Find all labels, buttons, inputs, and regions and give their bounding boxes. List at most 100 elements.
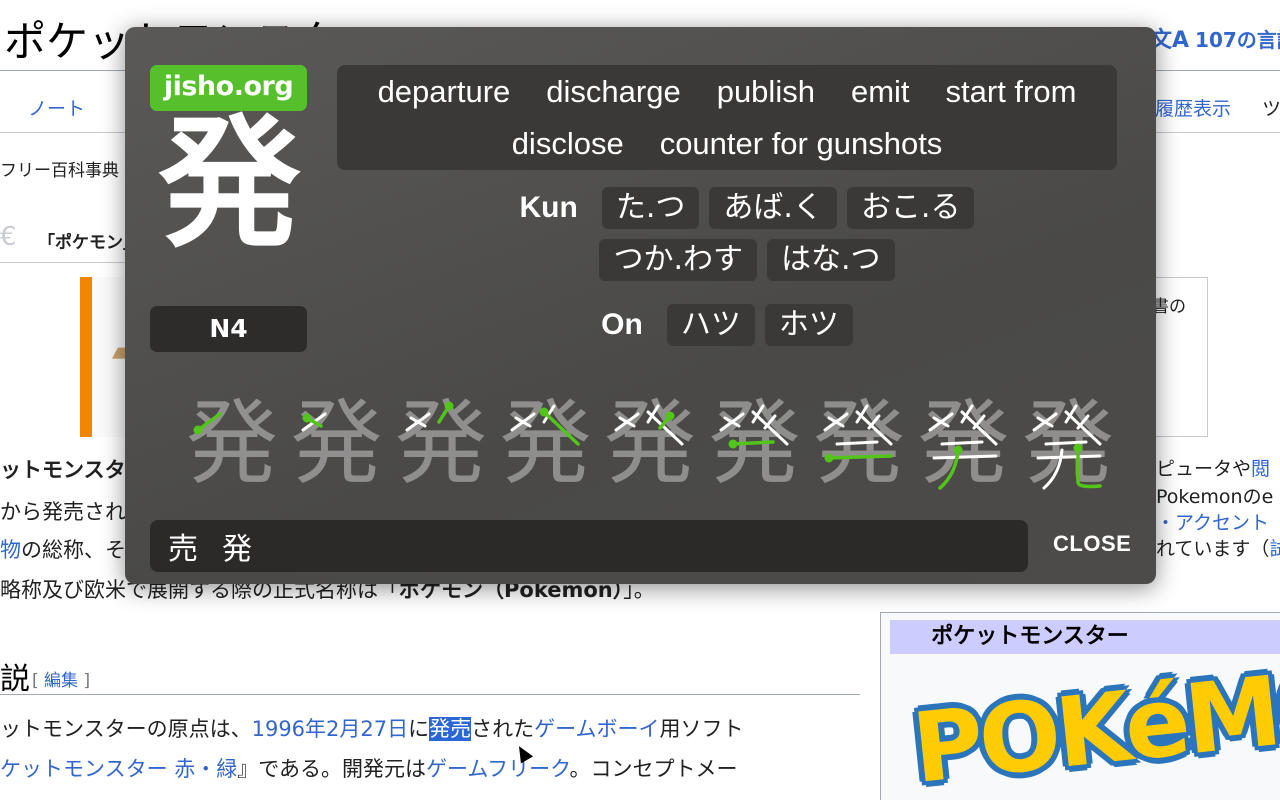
stroke-frame: 発 xyxy=(494,392,598,496)
stroke-frame: 発 xyxy=(1016,392,1120,496)
stroke-frame-svg xyxy=(1032,404,1102,490)
text: 』である。開発元は xyxy=(237,757,427,781)
article-line: ケットモンスター 赤・緑』である。開発元はゲームフリーク。コンセプトメー xyxy=(0,754,738,784)
article-link[interactable]: ケットモンスター 赤・緑 xyxy=(0,757,237,781)
kun-reading[interactable]: おこ.る xyxy=(846,187,975,229)
meanings-box: departure discharge publish emit start f… xyxy=(337,65,1117,170)
side-text-line: ・アクセント xyxy=(1156,508,1269,535)
side-link[interactable]: ・アクセント xyxy=(1156,512,1269,534)
site-tagline: フリー百科事典 xyxy=(0,161,119,181)
stroke-start-dot xyxy=(953,445,962,455)
stroke-current xyxy=(937,448,960,490)
logo-image: POKéMON xyxy=(907,660,1280,800)
meaning: start from xyxy=(945,73,1077,109)
stroke-done xyxy=(960,410,997,446)
on-reading[interactable]: ハツ xyxy=(666,304,755,346)
tab-history[interactable]: 履歴表示 xyxy=(1155,94,1231,121)
stroke-frame-svg xyxy=(614,404,684,446)
pokemon-logo: POKéMON xyxy=(890,660,1280,800)
side-text-line: Pokemonのe xyxy=(1156,486,1274,508)
stroke-frame: 発 xyxy=(912,392,1016,496)
stroke-frame-svg xyxy=(823,404,893,463)
article-line: 物の総称、そ xyxy=(0,535,126,565)
section-heading: 説 xyxy=(0,662,30,697)
kun-label: Kun xyxy=(519,191,578,224)
stroke-done xyxy=(932,454,997,460)
text: の総称、そ xyxy=(21,538,126,562)
infobox-title: ポケットモンスター xyxy=(890,620,1280,654)
side-notice-text: 書の xyxy=(1152,297,1186,317)
stroke-current xyxy=(827,454,893,460)
article-link[interactable]: 物 xyxy=(0,538,21,562)
stroke-done xyxy=(940,440,983,446)
side-text-line: れています（試 xyxy=(1156,534,1280,561)
text: に xyxy=(408,717,430,741)
text: から発売され xyxy=(0,500,126,524)
stroke-done xyxy=(835,440,879,446)
text: ットモンスターの原点は、 xyxy=(0,717,252,741)
kun-readings: Kun た.つ あば.く おこ.る つか.わす はな.つ xyxy=(337,187,1117,281)
stroke-done xyxy=(1042,448,1064,490)
side-link[interactable]: 試 xyxy=(1269,538,1280,560)
stroke-frame: 発 xyxy=(807,392,911,496)
article-link[interactable]: ゲームフリーク xyxy=(426,757,569,781)
stroke-done xyxy=(751,410,788,446)
stroke-frame-svg xyxy=(928,404,997,490)
stroke-frame: 発 xyxy=(703,392,807,496)
text: 用ソフト xyxy=(659,717,744,741)
meaning: publish xyxy=(716,73,815,109)
stroke-frame-svg xyxy=(405,401,454,432)
stroke-start-dot xyxy=(1073,443,1083,453)
section-divider xyxy=(0,694,860,695)
kanji-popup: jisho.org 発 N4 departure discharge publi… xyxy=(125,27,1156,584)
stroke-done xyxy=(1036,454,1102,460)
stroke-current xyxy=(541,410,580,446)
stroke-start-dot xyxy=(728,439,737,449)
kun-reading[interactable]: た.つ xyxy=(601,187,700,229)
meaning: emit xyxy=(850,73,910,109)
stroke-frame-svg xyxy=(301,412,326,432)
stroke-frame: 発 xyxy=(180,392,284,496)
disambiguation-icon: € xyxy=(0,222,17,252)
stroke-frame: 発 xyxy=(389,392,493,496)
article-line: から発売され xyxy=(0,497,126,527)
meaning: disclose xyxy=(511,125,624,161)
history-kanji[interactable]: 発 xyxy=(222,524,252,568)
date-link[interactable]: 1996年2月27日 xyxy=(252,717,409,741)
stroke-done xyxy=(1044,440,1088,446)
text: 。コンセプトメー xyxy=(569,757,738,781)
edit-section[interactable]: [ 編集 ] xyxy=(32,666,90,691)
stroke-done xyxy=(855,410,893,446)
kun-reading[interactable]: つか.わす xyxy=(599,239,757,281)
history-kanji[interactable]: 売 xyxy=(168,524,198,568)
selected-word[interactable]: 発売 xyxy=(429,717,472,741)
stroke-current xyxy=(730,440,775,446)
side-text-line: ピュータや閲 xyxy=(1156,458,1271,480)
stroke-done xyxy=(1064,410,1102,446)
edit-link[interactable]: 編集 xyxy=(44,671,78,691)
side-link[interactable]: 閲 xyxy=(1251,458,1270,480)
stroke-frame: 発 xyxy=(598,392,702,496)
article-link[interactable]: ゲームボーイ xyxy=(534,717,659,741)
kun-reading[interactable]: あば.く xyxy=(709,187,837,229)
stroke-start-dot xyxy=(665,411,675,421)
tab-tools[interactable]: ツ xyxy=(1262,94,1280,121)
kun-reading[interactable]: はな.つ xyxy=(767,239,895,281)
stroke-frame-svg xyxy=(719,404,788,449)
on-readings: On ハツ ホツ xyxy=(337,304,1117,346)
text: された xyxy=(471,717,535,741)
stroke-frame-svg xyxy=(193,412,222,435)
meaning: counter for gunshots xyxy=(659,125,943,161)
meaning: discharge xyxy=(546,73,681,109)
stroke-start-dot xyxy=(302,413,311,423)
close-button[interactable]: CLOSE xyxy=(1053,531,1131,557)
language-button[interactable]: 文A 107の言語 xyxy=(1150,22,1280,54)
stroke-order-diagram: 発発発発発発発発発 xyxy=(180,392,1114,502)
on-label: On xyxy=(601,308,643,341)
on-reading[interactable]: ホツ xyxy=(764,304,853,346)
search-history-bar[interactable]: 売 発 xyxy=(150,520,1028,572)
language-count-label: 107の言語 xyxy=(1195,27,1280,52)
stroke-frame-svg xyxy=(510,404,580,446)
tab-talk[interactable]: ノート xyxy=(28,94,85,121)
stroke-start-dot xyxy=(444,401,454,411)
